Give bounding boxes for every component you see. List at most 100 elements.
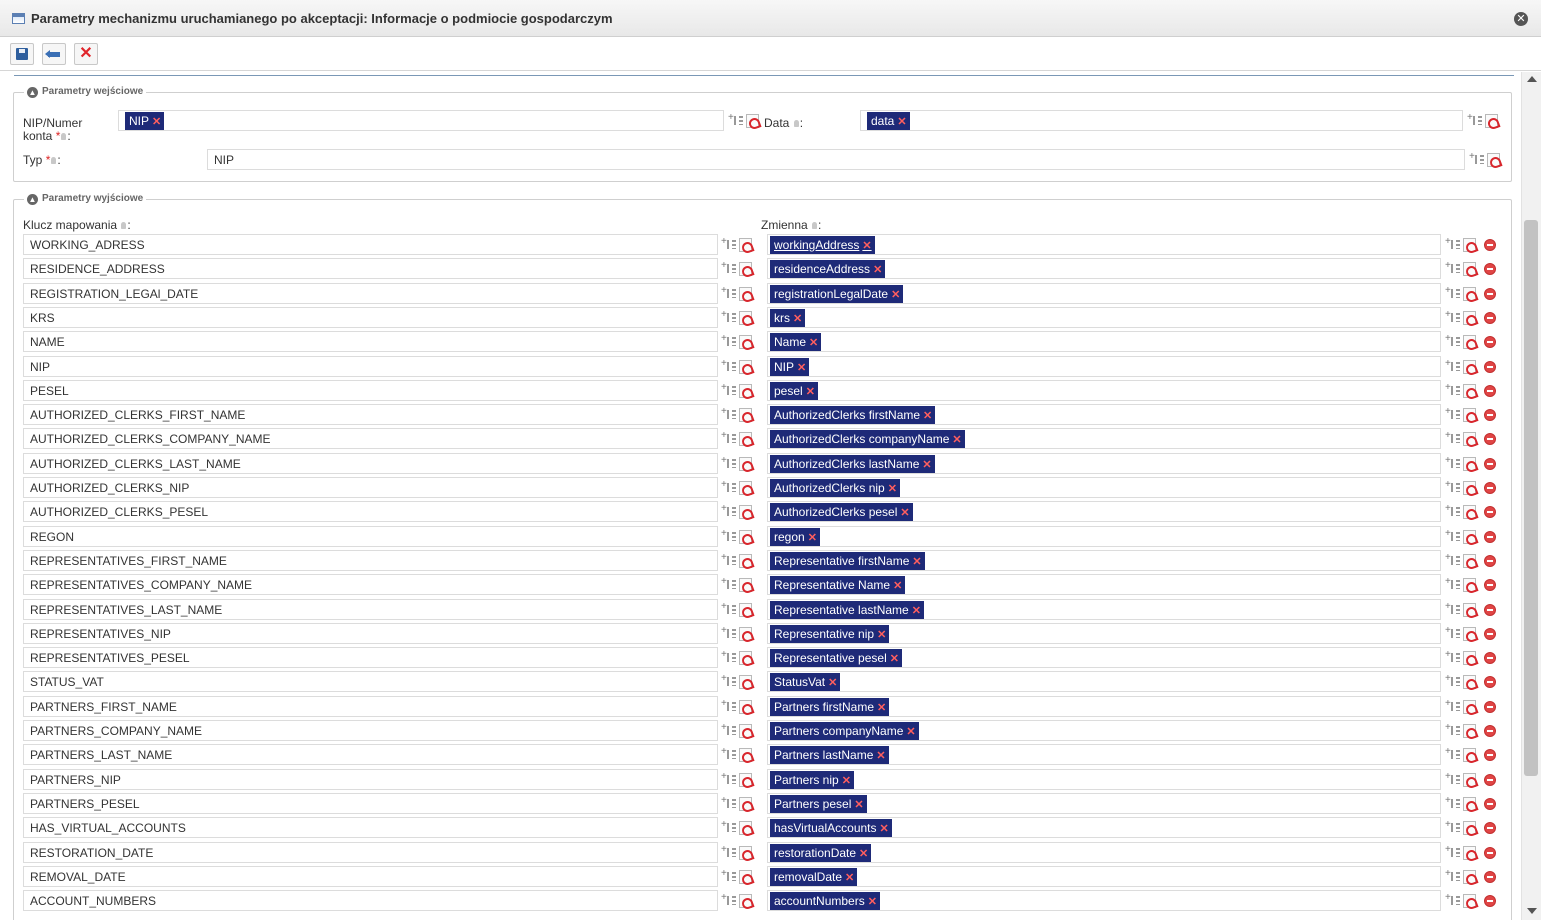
mapping-key-field[interactable]: AUTHORIZED_CLERKS_NIP <box>23 477 718 498</box>
back-icon[interactable] <box>42 43 66 65</box>
edit-icon[interactable] <box>1463 553 1476 568</box>
tree-icon[interactable] <box>721 771 736 786</box>
edit-icon[interactable] <box>739 820 752 835</box>
edit-icon[interactable] <box>739 602 752 617</box>
tree-icon[interactable] <box>721 309 736 324</box>
remove-row-icon[interactable] <box>1484 748 1496 761</box>
variable-chip[interactable]: restorationDate ✕ <box>770 844 872 862</box>
variable-chip[interactable]: Representative Name ✕ <box>770 576 906 594</box>
tree-icon[interactable] <box>721 722 736 737</box>
remove-chip-icon[interactable]: ✕ <box>862 240 871 252</box>
variable-chip[interactable]: NIP ✕ <box>770 358 810 376</box>
variable-chip[interactable]: Partners nip ✕ <box>770 771 854 789</box>
tree-icon[interactable] <box>721 479 736 494</box>
scroll-thumb[interactable] <box>1524 220 1538 776</box>
tree-icon[interactable] <box>1445 673 1460 688</box>
remove-row-icon[interactable] <box>1484 894 1496 907</box>
mapping-key-field[interactable]: REPRESENTATIVES_LAST_NAME <box>23 599 718 620</box>
variable-chip[interactable]: AuthorizedClerks companyName ✕ <box>770 430 965 448</box>
remove-chip-icon[interactable]: ✕ <box>808 532 817 544</box>
mapping-var-field[interactable]: Partners nip ✕ <box>767 769 1441 790</box>
variable-chip[interactable]: Partners companyName ✕ <box>770 722 919 740</box>
edit-icon[interactable] <box>1463 431 1476 446</box>
remove-row-icon[interactable] <box>1484 505 1496 518</box>
remove-row-icon[interactable] <box>1484 627 1496 640</box>
mapping-key-field[interactable]: AUTHORIZED_CLERKS_LAST_NAME <box>23 453 718 474</box>
close-window-icon[interactable]: ✕ <box>1514 12 1528 26</box>
remove-row-icon[interactable] <box>1484 408 1496 421</box>
remove-chip-icon[interactable]: ✕ <box>912 605 921 617</box>
mapping-var-field[interactable]: Name ✕ <box>767 331 1441 352</box>
edit-icon[interactable] <box>739 626 752 641</box>
remove-chip-icon[interactable]: ✕ <box>859 848 868 860</box>
edit-icon[interactable] <box>1463 674 1476 689</box>
tree-icon[interactable] <box>721 285 736 300</box>
edit-icon[interactable] <box>1463 577 1476 592</box>
tree-icon[interactable] <box>721 430 736 445</box>
remove-row-icon[interactable] <box>1484 335 1496 348</box>
tree-icon[interactable] <box>721 358 736 373</box>
tree-icon[interactable] <box>1445 795 1460 810</box>
mapping-var-field[interactable]: AuthorizedClerks companyName ✕ <box>767 428 1441 449</box>
mapping-key-field[interactable]: NIP <box>23 356 718 377</box>
mapping-key-field[interactable]: RESTORATION_DATE <box>23 842 718 863</box>
remove-chip-icon[interactable]: ✕ <box>873 264 882 276</box>
remove-row-icon[interactable] <box>1484 432 1496 445</box>
tree-icon[interactable] <box>1445 236 1460 251</box>
edit-icon[interactable] <box>739 699 752 714</box>
variable-chip[interactable]: Partners pesel ✕ <box>770 795 867 813</box>
edit-icon[interactable] <box>1463 650 1476 665</box>
tree-icon[interactable] <box>1445 649 1460 664</box>
remove-chip-icon[interactable]: ✕ <box>877 629 886 641</box>
remove-chip-icon[interactable]: ✕ <box>806 386 815 398</box>
mapping-var-field[interactable]: accountNumbers ✕ <box>767 890 1441 911</box>
mapping-key-field[interactable]: REMOVAL_DATE <box>23 866 718 887</box>
remove-chip-icon[interactable]: ✕ <box>890 653 899 665</box>
tree-icon[interactable] <box>721 382 736 397</box>
edit-icon[interactable] <box>1463 796 1476 811</box>
edit-icon[interactable] <box>739 480 752 495</box>
edit-icon[interactable] <box>1463 747 1476 762</box>
variable-chip[interactable]: Representative lastName ✕ <box>770 601 924 619</box>
remove-chip-icon[interactable]: ✕ <box>888 483 897 495</box>
variable-chip[interactable]: Representative nip ✕ <box>770 625 890 643</box>
tree-icon[interactable] <box>721 503 736 518</box>
remove-chip-icon[interactable]: ✕ <box>854 799 863 811</box>
mapping-key-field[interactable]: REGISTRATION_LEGAl_DATE <box>23 283 718 304</box>
edit-icon[interactable] <box>1463 359 1476 374</box>
tree-icon[interactable] <box>1445 892 1460 907</box>
edit-icon[interactable] <box>739 674 752 689</box>
mapping-key-field[interactable]: PARTNERS_FIRST_NAME <box>23 696 718 717</box>
variable-chip[interactable]: AuthorizedClerks nip ✕ <box>770 479 900 497</box>
collapse-icon[interactable]: ▲ <box>27 194 38 205</box>
edit-icon[interactable] <box>739 431 752 446</box>
tree-icon[interactable] <box>1445 430 1460 445</box>
remove-row-icon[interactable] <box>1484 846 1496 859</box>
tree-icon[interactable] <box>721 333 736 348</box>
remove-row-icon[interactable] <box>1484 311 1496 324</box>
collapse-icon[interactable]: ▲ <box>27 87 38 98</box>
mapping-key-field[interactable]: HAS_VIRTUAL_ACCOUNTS <box>23 817 718 838</box>
variable-chip[interactable]: Name ✕ <box>770 333 822 351</box>
tree-icon[interactable] <box>721 673 736 688</box>
remove-chip-icon[interactable]: ✕ <box>793 313 802 325</box>
edit-icon[interactable] <box>1463 626 1476 641</box>
edit-icon[interactable] <box>739 845 752 860</box>
edit-icon[interactable] <box>739 456 752 471</box>
tree-icon[interactable] <box>728 112 743 127</box>
remove-row-icon[interactable] <box>1484 651 1496 664</box>
mapping-key-field[interactable]: AUTHORIZED_CLERKS_FIRST_NAME <box>23 404 718 425</box>
variable-chip[interactable]: Representative pesel ✕ <box>770 649 902 667</box>
remove-chip-icon[interactable]: ✕ <box>897 116 906 128</box>
edit-icon[interactable] <box>1463 480 1476 495</box>
mapping-key-field[interactable]: RESIDENCE_ADDRESS <box>23 258 718 279</box>
mapping-key-field[interactable]: PARTNERS_NIP <box>23 769 718 790</box>
variable-chip[interactable]: regon ✕ <box>770 528 820 546</box>
edit-icon[interactable] <box>739 796 752 811</box>
variable-chip[interactable]: residenceAddress ✕ <box>770 260 886 278</box>
mapping-var-field[interactable]: AuthorizedClerks firstName ✕ <box>767 404 1441 425</box>
edit-icon[interactable] <box>1463 334 1476 349</box>
typ-field[interactable]: NIP <box>207 149 1465 170</box>
nip-field[interactable]: NIP ✕ <box>118 110 724 131</box>
mapping-key-field[interactable]: REPRESENTATIVES_PESEL <box>23 647 718 668</box>
